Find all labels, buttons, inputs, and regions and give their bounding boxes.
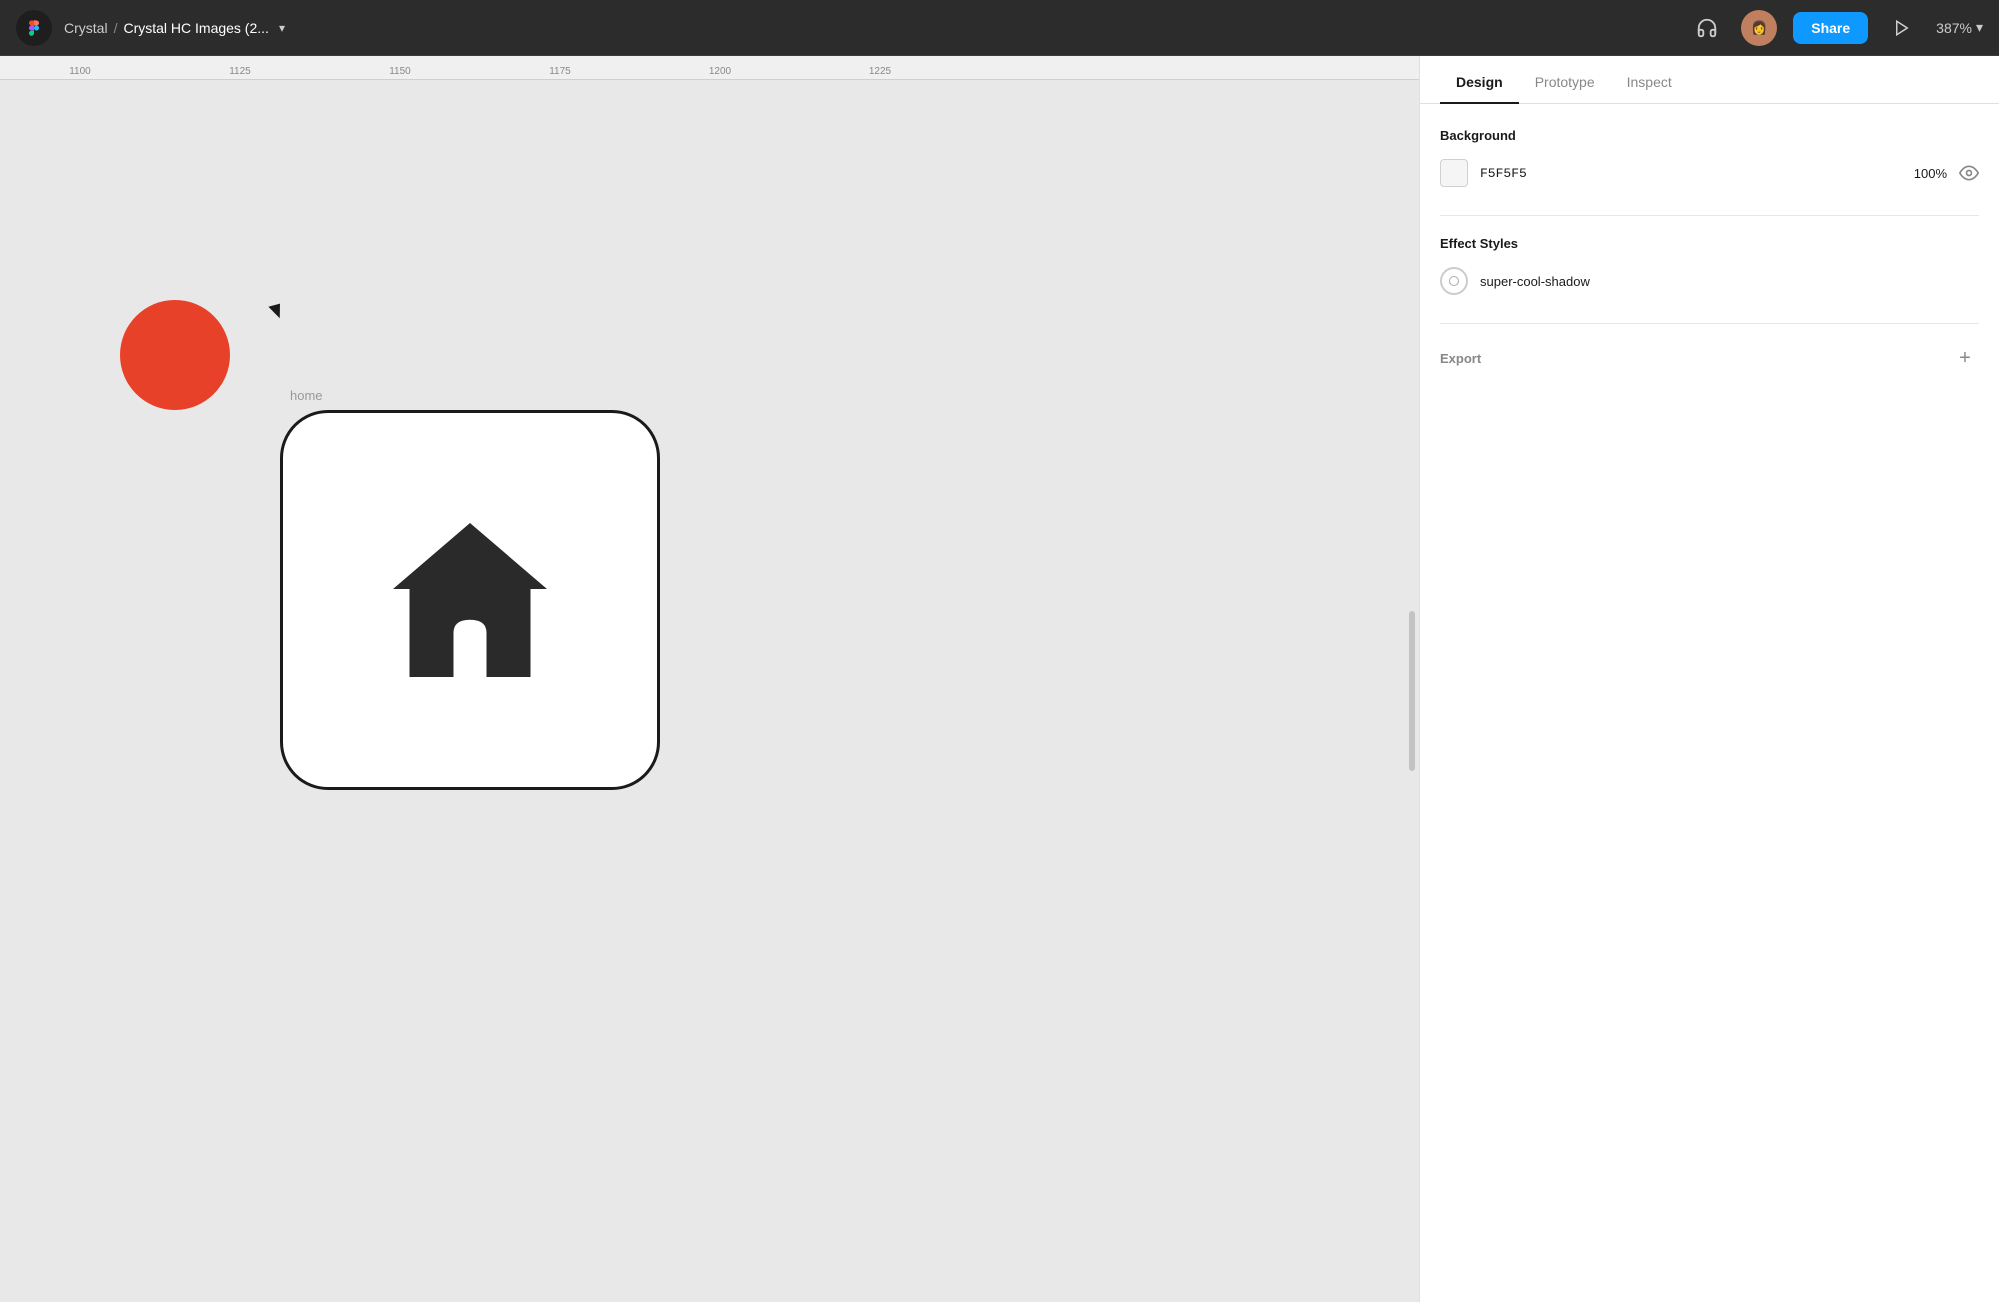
export-section: Export + (1440, 344, 1979, 372)
headphones-button[interactable] (1689, 10, 1725, 46)
ruler-mark: 1200 (709, 66, 731, 77)
red-circle[interactable] (120, 300, 230, 410)
project-name[interactable]: Crystal (64, 20, 108, 36)
export-add-button[interactable]: + (1951, 344, 1979, 372)
file-name[interactable]: Crystal HC Images (2... (123, 20, 268, 36)
home-frame-label: home (290, 388, 323, 403)
play-button[interactable] (1884, 10, 1920, 46)
ruler-mark: 1100 (69, 66, 91, 77)
canvas-scrollbar[interactable] (1409, 611, 1415, 771)
zoom-chevron: ▾ (1976, 19, 1983, 36)
file-chevron[interactable]: ▾ (279, 21, 285, 35)
panel-tabs: Design Prototype Inspect (1420, 56, 1999, 104)
divider-2 (1440, 323, 1979, 324)
home-card[interactable] (280, 410, 660, 790)
export-row: Export + (1440, 344, 1979, 372)
figma-logo[interactable] (16, 10, 52, 46)
divider-1 (1440, 215, 1979, 216)
background-opacity[interactable]: 100% (1914, 166, 1947, 181)
background-section: Background F5F5F5 100% (1440, 128, 1979, 187)
ruler-mark: 1125 (229, 66, 251, 77)
main-area: 1100 1125 1150 1175 1200 1225 home (0, 56, 1999, 1302)
export-title: Export (1440, 351, 1481, 366)
topbar-right: 👩 Share 387% ▾ (1689, 10, 1983, 46)
tab-inspect[interactable]: Inspect (1611, 62, 1688, 104)
background-color-hex[interactable]: F5F5F5 (1480, 166, 1902, 181)
effect-style-item[interactable]: super-cool-shadow (1440, 267, 1979, 295)
avatar-initials: 👩 (1751, 20, 1767, 36)
canvas-content[interactable]: home (0, 80, 1419, 1302)
ruler-mark: 1175 (549, 66, 571, 77)
cursor-indicator (268, 304, 283, 321)
home-icon (360, 490, 580, 710)
visibility-toggle[interactable] (1959, 163, 1979, 183)
ruler-mark: 1150 (389, 66, 411, 77)
canvas-area[interactable]: 1100 1125 1150 1175 1200 1225 home (0, 56, 1419, 1302)
topbar: Crystal / Crystal HC Images (2... ▾ 👩 Sh… (0, 0, 1999, 56)
right-panel: Design Prototype Inspect Background F5F5… (1419, 56, 1999, 1302)
effect-styles-section: Effect Styles super-cool-shadow (1440, 236, 1979, 295)
ruler-mark: 1225 (869, 66, 891, 77)
background-color-swatch[interactable] (1440, 159, 1468, 187)
background-title: Background (1440, 128, 1979, 143)
panel-body: Background F5F5F5 100% Effect Style (1420, 104, 1999, 1302)
effect-style-name: super-cool-shadow (1480, 274, 1590, 289)
tab-design[interactable]: Design (1440, 62, 1519, 104)
breadcrumb: Crystal / Crystal HC Images (2... ▾ (64, 20, 285, 36)
effect-style-icon (1440, 267, 1468, 295)
ruler-top: 1100 1125 1150 1175 1200 1225 (0, 56, 1419, 80)
avatar[interactable]: 👩 (1741, 10, 1777, 46)
zoom-indicator[interactable]: 387% ▾ (1936, 19, 1983, 36)
breadcrumb-separator: / (114, 20, 118, 36)
background-row: F5F5F5 100% (1440, 159, 1979, 187)
effect-styles-title: Effect Styles (1440, 236, 1979, 251)
share-button[interactable]: Share (1793, 12, 1868, 44)
tab-prototype[interactable]: Prototype (1519, 62, 1611, 104)
zoom-level: 387% (1936, 20, 1972, 36)
